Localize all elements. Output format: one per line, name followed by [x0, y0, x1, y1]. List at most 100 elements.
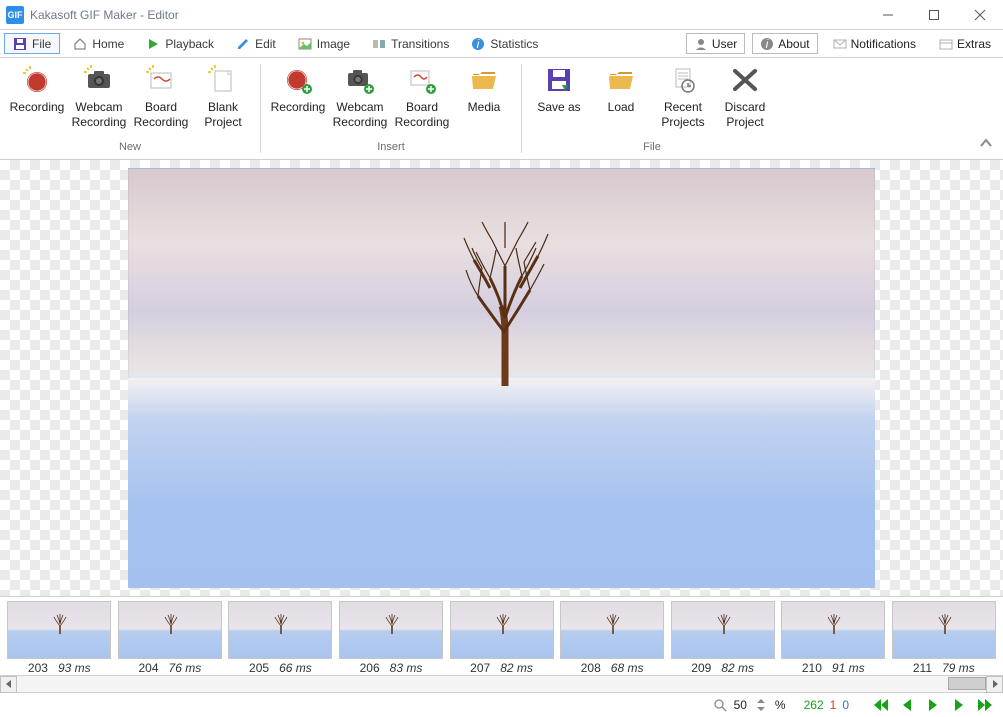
insert-recording-button[interactable]: Recording — [267, 60, 329, 130]
frame-total: 262 — [804, 698, 824, 712]
frame-thumb[interactable]: 20566 ms — [227, 601, 334, 675]
about-button[interactable]: i About — [752, 33, 817, 54]
frame-thumb[interactable]: 20982 ms — [669, 601, 776, 675]
nav-last-button[interactable] — [975, 696, 995, 714]
scroll-handle[interactable] — [948, 677, 986, 690]
user-button[interactable]: User — [686, 33, 745, 54]
zoom-value: 50 — [734, 698, 747, 712]
status-bar: 50 % 262 1 0 — [0, 692, 1003, 717]
scroll-track[interactable] — [17, 676, 986, 693]
frame-current: 0 — [842, 698, 849, 712]
frame-thumb-image — [450, 601, 554, 659]
frame-thumb-image — [560, 601, 664, 659]
insert-webcam-button[interactable]: WebcamRecording — [329, 60, 391, 130]
tab-file[interactable]: File — [4, 33, 60, 54]
frame-duration: 68 ms — [611, 661, 644, 675]
frame-duration: 91 ms — [832, 661, 865, 675]
frame-thumb[interactable]: 20683 ms — [338, 601, 445, 675]
tree-icon — [52, 612, 68, 634]
zoom-icon[interactable] — [712, 697, 728, 713]
recent-button[interactable]: RecentProjects — [652, 60, 714, 130]
main-tabs: File Home Playback Edit Image Transition… — [0, 30, 1003, 58]
ribbon-group-new: Recording WebcamRecording BoardRecording… — [0, 58, 260, 159]
frame-duration: 93 ms — [58, 661, 91, 675]
nav-play-button[interactable] — [923, 696, 943, 714]
frame-duration: 66 ms — [279, 661, 312, 675]
frame-number: 207 — [470, 661, 490, 675]
saveas-icon — [543, 64, 575, 96]
new-blank-button[interactable]: BlankProject — [192, 60, 254, 130]
frame-number: 210 — [802, 661, 822, 675]
tree-icon — [937, 612, 953, 634]
transitions-icon — [372, 37, 386, 51]
tab-playback[interactable]: Playback — [137, 33, 223, 54]
blank-icon — [207, 64, 239, 96]
svg-text:i: i — [766, 37, 769, 51]
minimize-button[interactable] — [865, 0, 911, 30]
tab-statistics[interactable]: i Statistics — [462, 33, 547, 54]
discard-button[interactable]: DiscardProject — [714, 60, 776, 130]
folder-icon — [468, 64, 500, 96]
info-icon: i — [471, 37, 485, 51]
new-board-label: BoardRecording — [134, 100, 189, 130]
frame-duration: 82 ms — [721, 661, 754, 675]
preview-image-tree — [460, 218, 550, 386]
maximize-button[interactable] — [911, 0, 957, 30]
folder-open-icon — [605, 64, 637, 96]
tree-icon — [163, 612, 179, 634]
preview-image-ground — [128, 378, 875, 588]
image-icon — [298, 37, 312, 51]
canvas-area[interactable] — [0, 160, 1003, 596]
tree-icon — [495, 612, 511, 634]
frame-thumb[interactable]: 207 82 ms — [448, 601, 555, 675]
nav-prev-button[interactable] — [897, 696, 917, 714]
new-webcam-button[interactable]: WebcamRecording — [68, 60, 130, 130]
scroll-right-button[interactable] — [986, 676, 1003, 693]
tab-home[interactable]: Home — [64, 33, 133, 54]
scroll-left-button[interactable] — [0, 676, 17, 693]
collapse-ribbon-button[interactable] — [979, 136, 993, 153]
tab-image[interactable]: Image — [289, 33, 359, 54]
ribbon-group-new-label: New — [119, 138, 141, 156]
load-button[interactable]: Load — [590, 60, 652, 130]
tab-edit[interactable]: Edit — [227, 33, 285, 54]
frame-thumb[interactable]: 210 91 ms — [780, 601, 887, 675]
ribbon-group-file: Save as Load RecentProjects DiscardProje… — [522, 58, 782, 159]
tab-transitions[interactable]: Transitions — [363, 33, 458, 54]
tab-file-label: File — [32, 37, 51, 51]
nav-first-button[interactable] — [871, 696, 891, 714]
frame-thumb[interactable]: 20476 ms — [117, 601, 224, 675]
frame-duration: 79 ms — [942, 661, 975, 675]
notifications-label: Notifications — [851, 37, 916, 51]
insert-media-button[interactable]: Media — [453, 60, 515, 130]
ribbon: Recording WebcamRecording BoardRecording… — [0, 58, 1003, 160]
close-button[interactable] — [957, 0, 1003, 30]
insert-board-label: BoardRecording — [395, 100, 450, 130]
new-blank-label: BlankProject — [204, 100, 241, 130]
tab-image-label: Image — [317, 37, 350, 51]
frame-thumb[interactable]: 20393 ms — [6, 601, 113, 675]
tree-icon — [605, 612, 621, 634]
insert-board-button[interactable]: BoardRecording — [391, 60, 453, 130]
notifications-button[interactable]: Notifications — [825, 33, 924, 54]
frame-duration: 76 ms — [169, 661, 202, 675]
new-recording-button[interactable]: Recording — [6, 60, 68, 130]
zoom-stepper[interactable] — [753, 697, 769, 713]
extras-button[interactable]: Extras — [931, 33, 999, 54]
frame-thumb[interactable]: 20868 ms — [559, 601, 666, 675]
home-icon — [73, 37, 87, 51]
frame-thumb-image — [339, 601, 443, 659]
discard-label: DiscardProject — [725, 100, 766, 130]
nav-next-button[interactable] — [949, 696, 969, 714]
frame-scrollbar[interactable] — [0, 675, 1003, 692]
user-label: User — [712, 37, 737, 51]
frame-duration: 82 ms — [500, 661, 533, 675]
frame-thumb[interactable]: 21179 ms — [891, 601, 998, 675]
frame-strip: 20393 ms20476 ms20566 ms20683 ms 207 82 ms… — [0, 596, 1003, 692]
saveas-button[interactable]: Save as — [528, 60, 590, 130]
tree-icon — [716, 612, 732, 634]
frame-thumb-image — [228, 601, 332, 659]
frame-selected: 1 — [830, 698, 837, 712]
insert-media-label: Media — [468, 100, 501, 130]
new-board-button[interactable]: BoardRecording — [130, 60, 192, 130]
